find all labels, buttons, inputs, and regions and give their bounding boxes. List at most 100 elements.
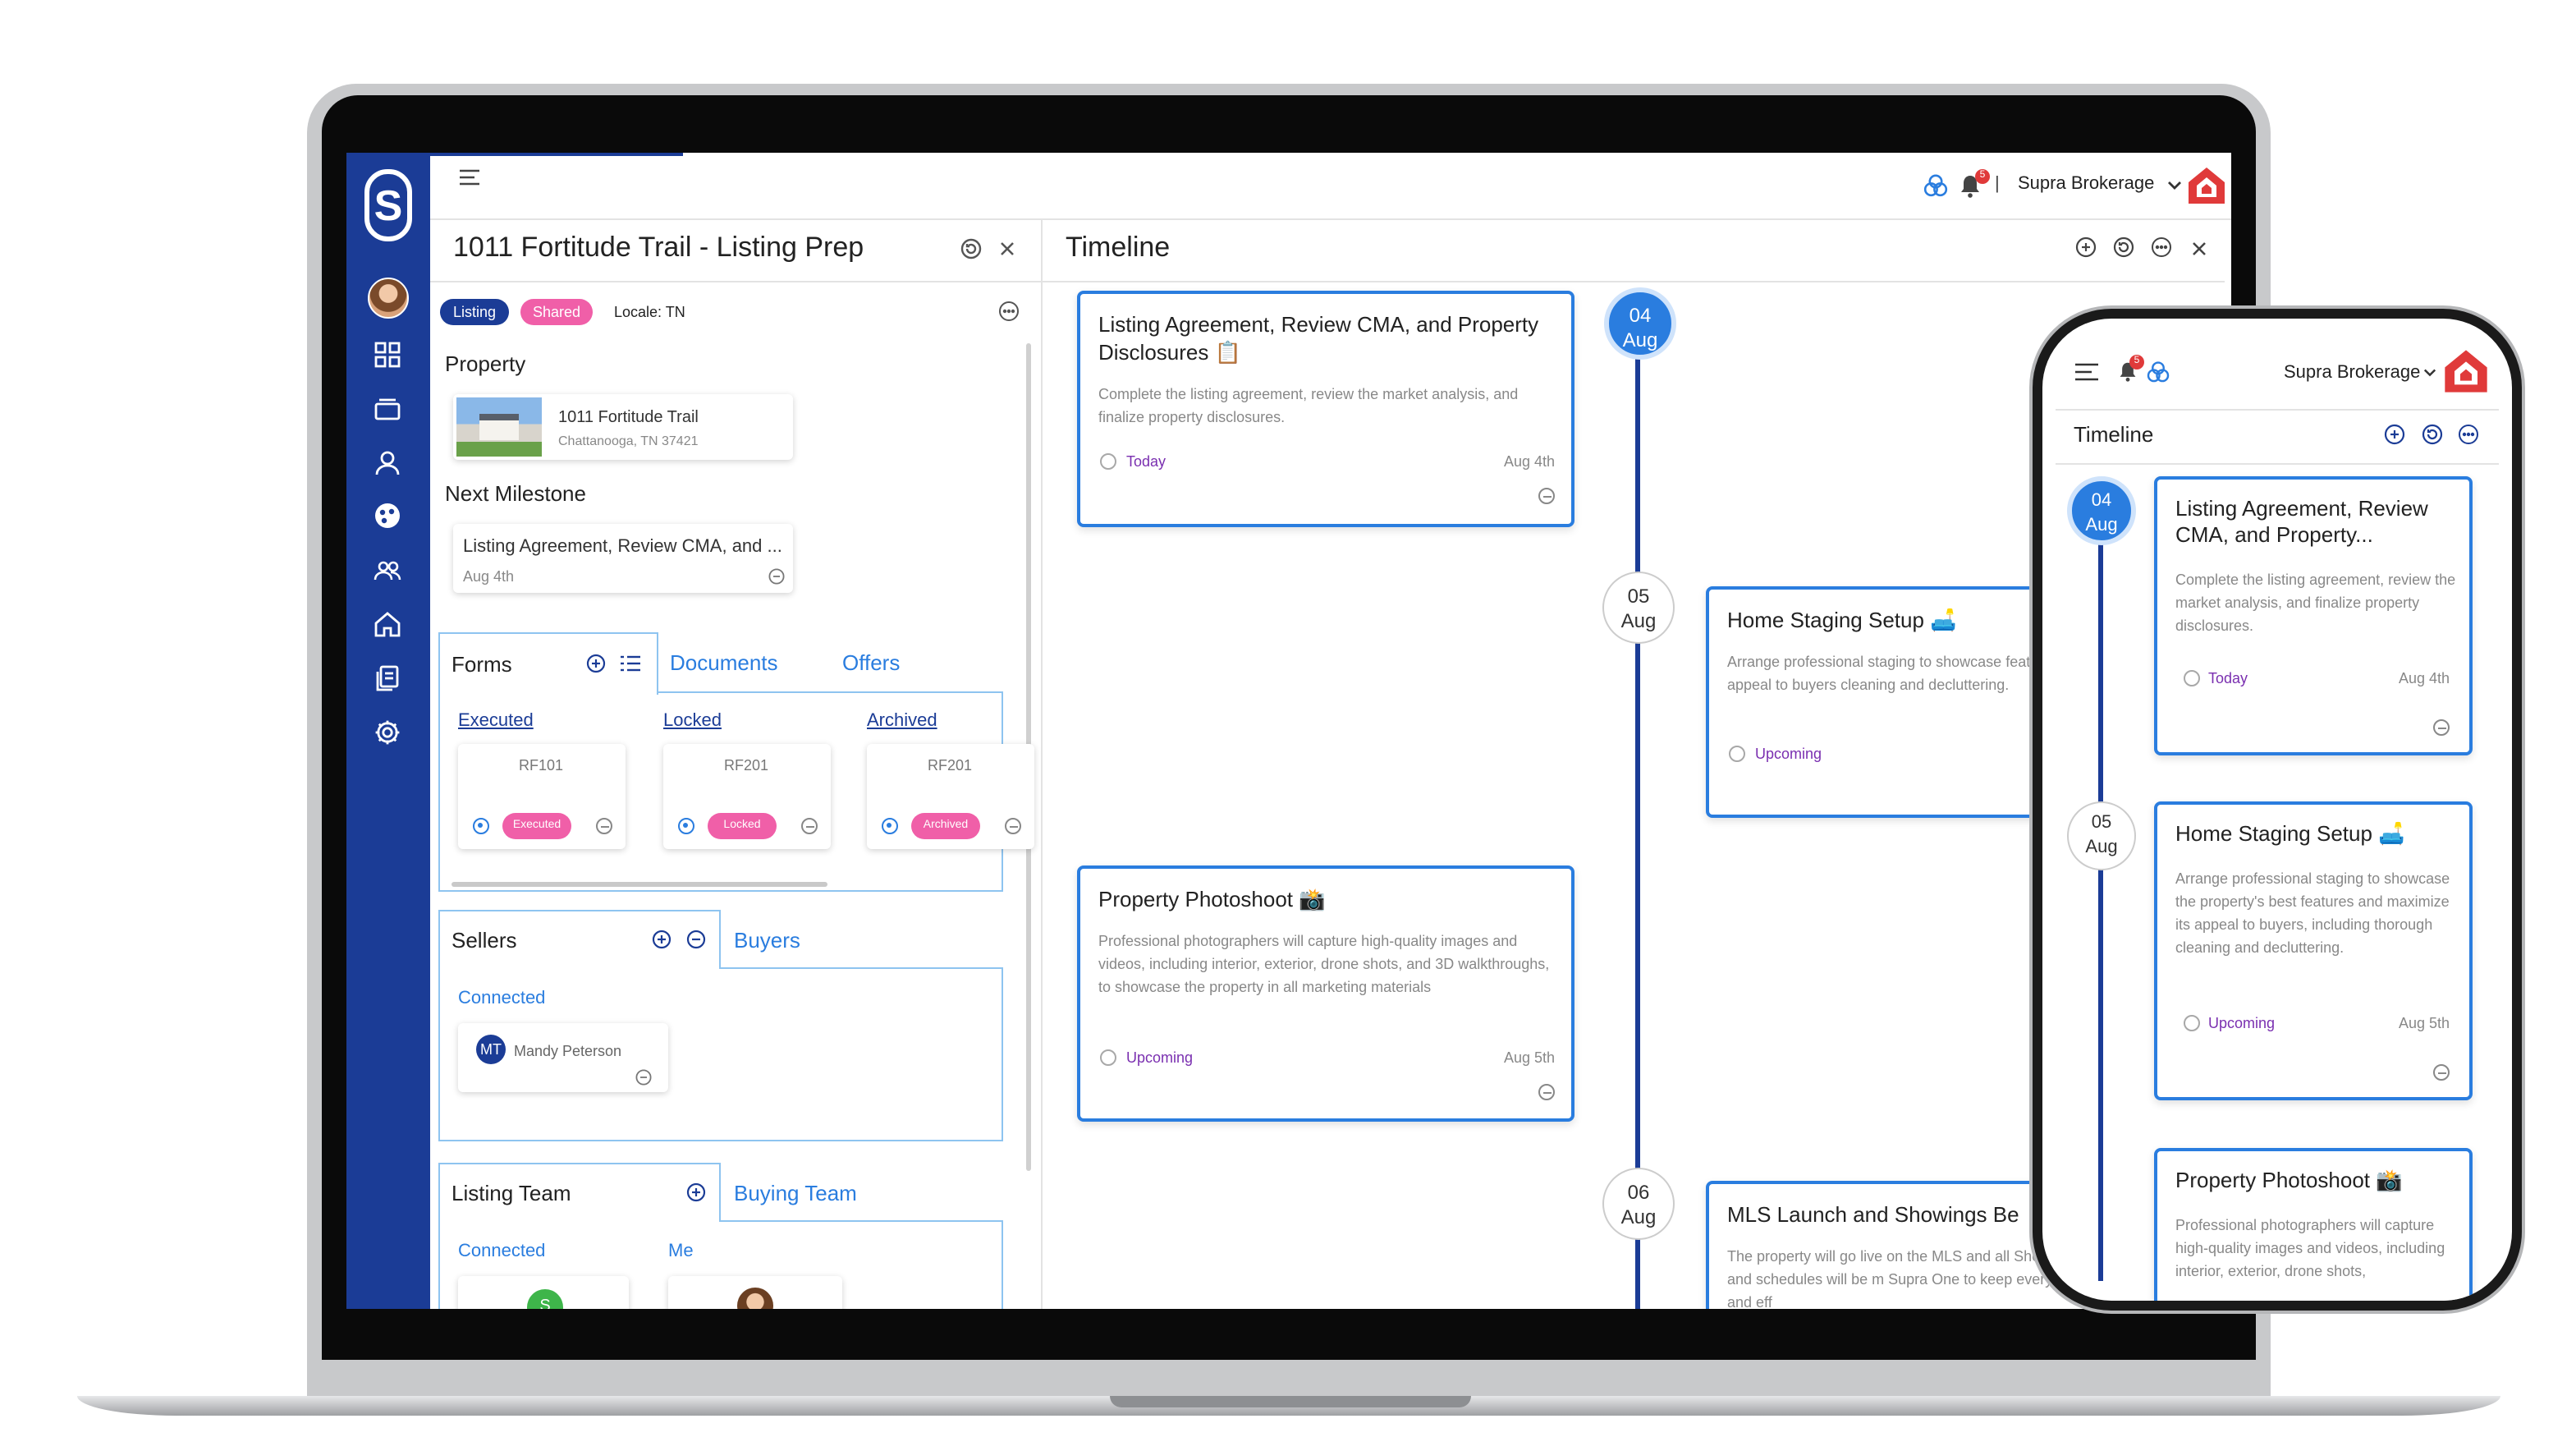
minus-circle-icon[interactable] [1538,1084,1555,1100]
chevron-down-icon[interactable] [2167,181,2182,191]
home-icon[interactable] [373,609,402,639]
list-icon[interactable] [621,655,640,672]
divider [2056,409,2499,411]
minus-circle-icon[interactable] [1538,488,1555,504]
event-title: Home Staging Setup 🛋️ [1727,608,1957,632]
form-card[interactable]: RF201 Locked [663,744,831,849]
notification-badge: 5 [2129,355,2144,370]
form-card[interactable]: RF201 Archived [867,744,1034,849]
form-status-badge: Locked [708,813,777,839]
target-icon[interactable] [882,818,898,834]
minus-circle-icon[interactable] [2433,719,2450,736]
minus-line [1543,1092,1552,1094]
more-icon[interactable] [2458,424,2479,445]
date-day: 06 [1627,1181,1650,1204]
status-circle[interactable] [2184,670,2200,686]
event-description: Professional photographers will capture … [2175,1217,2445,1279]
target-icon[interactable] [473,818,489,834]
timeline-event-card[interactable]: Listing Agreement, Review CMA, and Prope… [1077,291,1574,527]
top-bar: 5 | Supra Brokerage [430,153,2231,218]
tab-documents[interactable]: Documents [670,650,778,675]
person-icon[interactable] [373,448,402,478]
tab-sellers-label[interactable]: Sellers [451,928,517,953]
close-icon[interactable] [2192,241,2207,256]
timeline-event-card[interactable]: Home Staging Setup 🛋️ Arrange professiona… [2154,801,2473,1100]
notification-badge: 5 [1975,169,1990,184]
more-icon[interactable] [635,1069,652,1086]
event-title: Listing Agreement, Review CMA, and Prope… [1098,312,1539,365]
timeline-event-card[interactable]: Property Photoshoot 📸 Professional photog… [2154,1148,2473,1301]
timeline-event-card[interactable]: Listing Agreement, Review CMA, and Prope… [2154,476,2473,755]
event-description: Professional photographers will capture … [1098,933,1550,995]
event-status: Upcoming [1126,1049,1194,1066]
minus-circle-icon[interactable] [686,930,706,949]
supra-logo[interactable]: S [364,169,412,241]
tab-buying-team[interactable]: Buying Team [734,1181,857,1205]
documents-icon[interactable] [373,663,402,693]
milestone-card[interactable]: Listing Agreement, Review CMA, and ... A… [453,524,793,593]
horizontal-scrollbar[interactable] [451,882,827,887]
brokerage-name[interactable]: Supra Brokerage [2284,363,2420,383]
team-card[interactable]: S [458,1276,629,1309]
form-group-label[interactable]: Archived [867,711,937,731]
tab-offers[interactable]: Offers [842,650,900,675]
property-card[interactable]: 1011 Fortitude Trail Chattanooga, TN 374… [453,394,793,460]
people-icon[interactable] [373,555,402,585]
cards-icon[interactable] [373,394,402,424]
date-bubble: 04 Aug [1604,287,1676,360]
more-icon[interactable] [2151,236,2172,258]
date-month: Aug [2085,838,2118,857]
status-circle[interactable] [1100,1049,1116,1066]
minus-line [1543,496,1552,498]
plus-circle-icon[interactable] [2075,236,2097,258]
minus-circle-icon[interactable] [596,818,612,834]
menu-icon[interactable] [2074,361,2100,383]
target-dot [683,823,688,828]
target-icon[interactable] [678,818,694,834]
form-card[interactable]: RF101 Executed [458,744,626,849]
tab-forms-label[interactable]: Forms [451,652,512,677]
milestone-title: Listing Agreement, Review CMA, and ... [463,537,782,557]
more-icon[interactable] [998,301,1020,322]
status-circle[interactable] [1729,746,1745,762]
sync-icon[interactable] [960,238,982,259]
minus-circle-icon[interactable] [801,818,818,834]
menu-icon[interactable] [458,168,481,187]
palette-icon[interactable] [373,501,402,530]
avatar[interactable] [368,278,409,319]
sync-icon[interactable] [2422,424,2443,445]
timeline-axis [2098,509,2103,1281]
dashboard-icon[interactable] [373,340,402,370]
plus-circle-icon[interactable] [686,1182,706,1202]
status-circle[interactable] [2184,1015,2200,1031]
tab-buyers[interactable]: Buyers [734,928,800,953]
form-group-label[interactable]: Locked [663,711,722,731]
contact-card[interactable]: MT Mandy Peterson [458,1023,668,1092]
plus-circle-icon[interactable] [652,930,672,949]
minus-circle-icon[interactable] [2433,1064,2450,1081]
laptop-notch [1110,1396,1471,1407]
timeline-title: Timeline [2074,422,2154,447]
minus-circle-icon[interactable] [1005,818,1021,834]
circles-icon[interactable] [2146,360,2170,384]
timeline-event-card[interactable]: Property Photoshoot 📸 Professional photog… [1077,865,1574,1122]
brokerage-name[interactable]: Supra Brokerage [2018,174,2154,194]
event-title: Listing Agreement, Review CMA, and Prope… [2175,496,2428,547]
tab-listing-team-label[interactable]: Listing Team [451,1181,571,1205]
plus-circle-icon[interactable] [586,654,606,673]
circles-icon[interactable] [1923,172,1949,199]
sync-icon[interactable] [2113,236,2134,258]
gear-icon[interactable] [373,718,402,747]
event-description: Complete the listing agreement, review t… [1098,386,1519,425]
close-icon[interactable] [1000,241,1015,256]
form-group-label[interactable]: Executed [458,711,534,731]
more-icon[interactable] [768,568,785,585]
plus-circle-icon[interactable] [2384,424,2405,445]
connected-label: Connected [458,989,546,1008]
timeline-axis [1635,330,1640,1309]
chevron-down-icon[interactable] [2423,368,2436,378]
marketing-stage: S 5 | Supra Brokerage 1011 Fortitude Tra… [0,0,2576,1437]
target-dot [887,823,892,828]
status-circle[interactable] [1100,453,1116,470]
me-card[interactable] [668,1276,842,1309]
